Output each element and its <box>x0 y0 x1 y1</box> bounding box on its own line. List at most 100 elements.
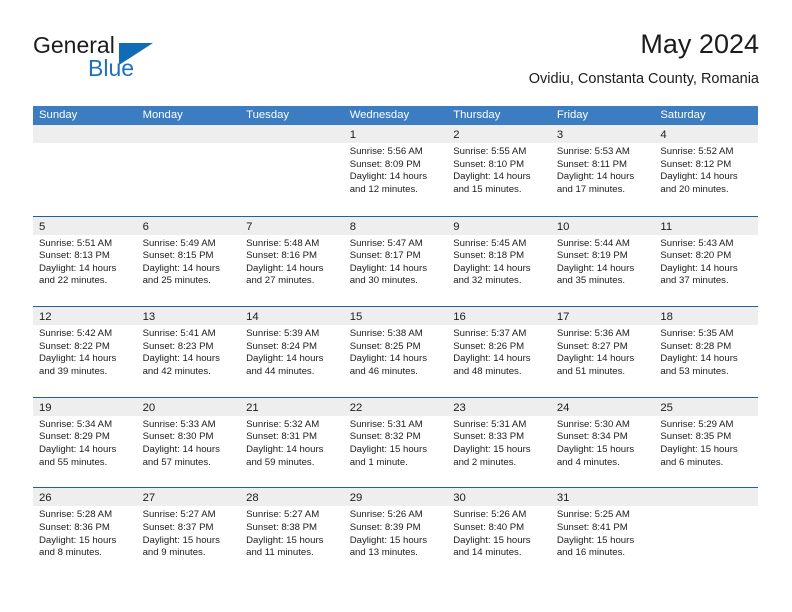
day-detail-line: and 12 minutes. <box>349 183 418 195</box>
day-number-strip: 4 <box>654 125 758 143</box>
calendar-day-cell[interactable]: 21 Sunrise: 5:32 AM Sunset: 8:31 PM Dayligh… <box>240 397 344 487</box>
day-number-strip: 5 <box>33 216 137 235</box>
day-number-strip: 19 <box>33 397 137 416</box>
day-details: Sunrise: 5:27 AM Sunset: 8:38 PM Daylight:… <box>240 506 344 559</box>
day-number-strip: 3 <box>550 125 655 143</box>
day-detail-line: Sunrise: 5:27 AM <box>246 509 320 521</box>
calendar-day-cell[interactable]: 24 Sunrise: 5:30 AM Sunset: 8:34 PM Dayligh… <box>550 397 655 487</box>
logo-text-blue: Blue <box>88 55 135 81</box>
day-detail-line: Sunset: 8:19 PM <box>556 250 628 262</box>
calendar-day-cell[interactable]: 10 Sunrise: 5:44 AM Sunset: 8:19 PM Dayligh… <box>550 216 655 306</box>
day-detail-line: Sunrise: 5:47 AM <box>349 237 423 249</box>
day-detail-line: Sunset: 8:27 PM <box>556 340 628 352</box>
day-number: 11 <box>660 220 673 233</box>
calendar-day-cell[interactable]: 25 Sunrise: 5:29 AM Sunset: 8:35 PM Dayligh… <box>654 397 758 487</box>
day-detail-line: Sunset: 8:12 PM <box>660 158 732 170</box>
day-number-strip <box>240 125 344 143</box>
calendar-day-cell[interactable]: 27 Sunrise: 5:27 AM Sunset: 8:37 PM Dayligh… <box>136 488 241 578</box>
day-detail-line: and 22 minutes. <box>39 275 108 287</box>
day-detail-line: and 39 minutes. <box>39 365 108 377</box>
day-details: Sunrise: 5:28 AM Sunset: 8:36 PM Daylight:… <box>33 506 137 559</box>
day-detail-line: and 15 minutes. <box>453 183 522 195</box>
day-detail-line: and 48 minutes. <box>453 365 522 377</box>
day-number: 25 <box>660 401 673 414</box>
calendar-day-cell[interactable]: 26 Sunrise: 5:28 AM Sunset: 8:36 PM Dayligh… <box>33 488 137 578</box>
day-detail-line: Daylight: 15 hours <box>660 443 738 455</box>
day-detail-line: Sunset: 8:30 PM <box>142 431 214 443</box>
calendar-day-cell[interactable]: 4 Sunrise: 5:52 AM Sunset: 8:12 PM Daylight… <box>654 125 758 214</box>
day-details: Sunrise: 5:32 AM Sunset: 8:31 PM Daylight:… <box>240 416 344 469</box>
day-detail-line: and 14 minutes. <box>453 547 522 559</box>
day-detail-line: Sunrise: 5:55 AM <box>453 146 527 157</box>
calendar-day-cell[interactable]: 30 Sunrise: 5:26 AM Sunset: 8:40 PM Dayligh… <box>447 488 551 578</box>
weekday-header-monday: Monday <box>142 109 183 121</box>
day-details: Sunrise: 5:31 AM Sunset: 8:32 PM Daylight:… <box>344 416 448 469</box>
calendar-day-cell[interactable]: 8 Sunrise: 5:47 AM Sunset: 8:17 PM Daylight… <box>343 216 448 306</box>
calendar-day-cell[interactable]: 7 Sunrise: 5:48 AM Sunset: 8:16 PM Daylight… <box>240 216 344 306</box>
day-number: 2 <box>453 129 460 141</box>
calendar-day-cell[interactable]: 14 Sunrise: 5:39 AM Sunset: 8:24 PM Dayligh… <box>240 307 344 397</box>
calendar-day-cell-empty <box>136 125 241 214</box>
calendar-week-row: 12 Sunrise: 5:42 AM Sunset: 8:22 PM Dayligh… <box>33 306 758 397</box>
day-number-strip: 17 <box>550 307 655 326</box>
calendar-day-cell[interactable]: 1 Sunrise: 5:56 AM Sunset: 8:09 PM Daylight… <box>343 125 448 214</box>
calendar-day-cell[interactable]: 13 Sunrise: 5:41 AM Sunset: 8:23 PM Dayligh… <box>136 307 241 397</box>
day-number-strip: 9 <box>447 216 551 235</box>
calendar-day-cell[interactable]: 9 Sunrise: 5:45 AM Sunset: 8:18 PM Daylight… <box>447 216 551 306</box>
day-detail-line: Daylight: 14 hours <box>246 262 324 274</box>
day-number: 22 <box>349 401 363 414</box>
day-detail-line: Sunrise: 5:37 AM <box>453 328 527 340</box>
calendar-day-cell[interactable]: 18 Sunrise: 5:35 AM Sunset: 8:28 PM Dayligh… <box>654 307 758 397</box>
day-number-strip: 8 <box>343 216 448 235</box>
day-detail-line: Sunrise: 5:38 AM <box>349 328 423 340</box>
calendar-day-cell[interactable]: 16 Sunrise: 5:37 AM Sunset: 8:26 PM Dayligh… <box>447 307 551 397</box>
calendar-week-row: 26 Sunrise: 5:28 AM Sunset: 8:36 PM Dayligh… <box>33 487 758 578</box>
day-number: 15 <box>349 311 363 324</box>
weekday-header-thursday: Thursday <box>453 109 501 121</box>
day-detail-line: and 46 minutes. <box>349 365 418 377</box>
day-number: 3 <box>556 129 564 141</box>
day-details: Sunrise: 5:30 AM Sunset: 8:34 PM Daylight:… <box>551 416 655 469</box>
calendar-day-cell[interactable]: 29 Sunrise: 5:26 AM Sunset: 8:39 PM Dayligh… <box>343 488 448 578</box>
day-detail-line: and 16 minutes. <box>556 547 626 559</box>
day-details: Sunrise: 5:26 AM Sunset: 8:39 PM Daylight:… <box>344 506 448 559</box>
day-number: 7 <box>246 220 253 233</box>
calendar-day-cell[interactable]: 12 Sunrise: 5:42 AM Sunset: 8:22 PM Dayligh… <box>33 307 137 397</box>
general-blue-logo[interactable]: General Blue <box>33 32 263 90</box>
day-detail-line: Sunset: 8:34 PM <box>556 431 628 443</box>
day-number: 23 <box>453 401 466 414</box>
calendar-day-cell[interactable]: 5 Sunrise: 5:51 AM Sunset: 8:13 PM Daylight… <box>33 216 137 306</box>
day-detail-line: Sunset: 8:25 PM <box>349 340 421 352</box>
day-detail-line: Sunset: 8:41 PM <box>556 521 628 533</box>
day-number-strip: 31 <box>550 488 655 507</box>
day-detail-line: Sunrise: 5:26 AM <box>453 509 527 521</box>
calendar-week-row: 1 Sunrise: 5:56 AM Sunset: 8:09 PM Daylight… <box>33 125 758 216</box>
calendar-day-cell[interactable]: 6 Sunrise: 5:49 AM Sunset: 8:15 PM Daylight… <box>136 216 241 306</box>
day-number: 21 <box>246 401 259 414</box>
day-detail-line: Daylight: 14 hours <box>39 262 117 274</box>
day-details: Sunrise: 5:37 AM Sunset: 8:26 PM Daylight:… <box>447 325 551 378</box>
day-detail-line: Sunset: 8:31 PM <box>246 431 318 443</box>
day-detail-line: Sunset: 8:33 PM <box>453 431 525 443</box>
calendar-day-cell[interactable]: 3 Sunrise: 5:53 AM Sunset: 8:11 PM Daylight… <box>550 125 655 214</box>
day-detail-line: Daylight: 14 hours <box>246 353 324 365</box>
day-number: 31 <box>556 492 570 505</box>
calendar-day-cell[interactable]: 2 Sunrise: 5:55 AM Sunset: 8:10 PM Daylight… <box>447 125 551 214</box>
calendar-day-cell[interactable]: 19 Sunrise: 5:34 AM Sunset: 8:29 PM Dayligh… <box>33 397 137 487</box>
calendar-day-cell[interactable]: 22 Sunrise: 5:31 AM Sunset: 8:32 PM Dayligh… <box>343 397 448 487</box>
day-detail-line: Sunrise: 5:31 AM <box>453 418 527 430</box>
calendar-day-cell[interactable]: 11 Sunrise: 5:43 AM Sunset: 8:20 PM Dayligh… <box>654 216 758 306</box>
day-details: Sunrise: 5:55 AM Sunset: 8:10 PM Daylight:… <box>447 143 551 196</box>
calendar-day-cell[interactable]: 17 Sunrise: 5:36 AM Sunset: 8:27 PM Dayligh… <box>550 307 655 397</box>
day-detail-line: and 55 minutes. <box>39 456 108 468</box>
calendar-day-cell[interactable]: 31 Sunrise: 5:25 AM Sunset: 8:41 PM Dayligh… <box>550 488 655 578</box>
day-number-strip <box>136 125 241 143</box>
day-detail-line: Daylight: 15 hours <box>453 443 531 455</box>
calendar-day-cell[interactable]: 15 Sunrise: 5:38 AM Sunset: 8:25 PM Dayligh… <box>343 307 448 397</box>
day-detail-line: Sunrise: 5:42 AM <box>39 328 113 340</box>
day-detail-line: Daylight: 14 hours <box>556 171 635 183</box>
day-detail-line: and 4 minutes. <box>556 456 620 468</box>
calendar-day-cell[interactable]: 28 Sunrise: 5:27 AM Sunset: 8:38 PM Dayligh… <box>240 488 344 578</box>
calendar-day-cell[interactable]: 20 Sunrise: 5:33 AM Sunset: 8:30 PM Dayligh… <box>136 397 241 487</box>
calendar-day-cell[interactable]: 23 Sunrise: 5:31 AM Sunset: 8:33 PM Dayligh… <box>447 397 551 487</box>
